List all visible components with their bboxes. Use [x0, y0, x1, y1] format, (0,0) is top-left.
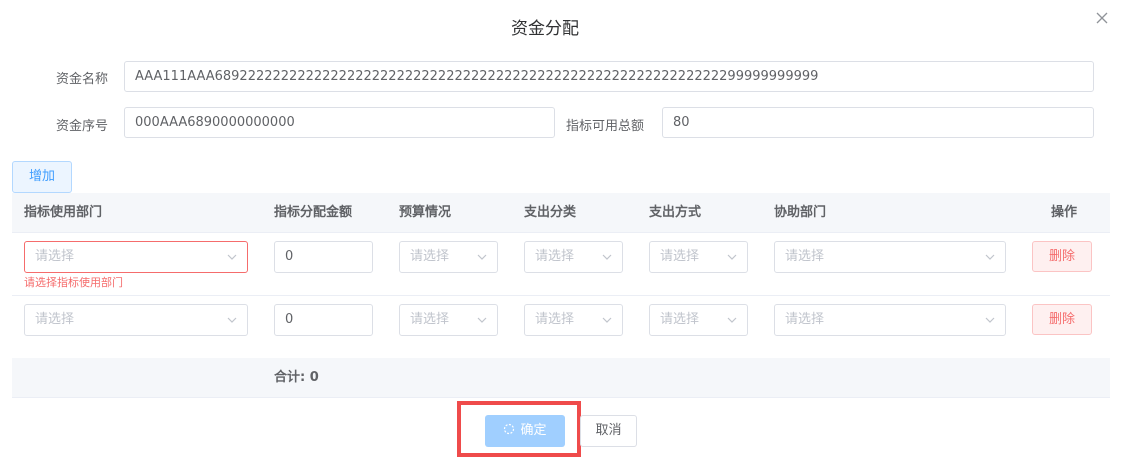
chevron-down-icon [477, 254, 487, 260]
th-category: 支出分类 [524, 205, 577, 220]
chevron-down-icon [227, 317, 237, 323]
fund-name-input[interactable]: AAA111AAA6892222222222222222222222222222… [124, 61, 1094, 92]
budget-select-placeholder: 请选择 [410, 312, 450, 327]
confirm-label: 确定 [520, 423, 547, 438]
table-header: 指标使用部门 指标分配金额 预算情况 支出分类 支出方式 协助部门 操作 [12, 193, 1110, 233]
cancel-button[interactable]: 取消 [580, 415, 637, 447]
assist-dept-select-placeholder: 请选择 [785, 249, 825, 264]
loading-icon [504, 423, 515, 435]
method-select-placeholder: 请选择 [660, 249, 700, 264]
assist-dept-select[interactable]: 请选择 [774, 241, 1006, 273]
dept-select-placeholder: 请选择 [35, 312, 75, 327]
close-icon[interactable] [1094, 10, 1110, 26]
assist-dept-select-placeholder: 请选择 [785, 312, 825, 327]
chevron-down-icon [985, 317, 995, 323]
add-button[interactable]: 增加 [12, 161, 72, 193]
category-select[interactable]: 请选择 [524, 304, 623, 336]
method-select[interactable]: 请选择 [649, 241, 748, 273]
dept-select-placeholder: 请选择 [35, 249, 75, 264]
fund-no-input[interactable]: 000AAA6890000000000 [124, 107, 555, 138]
amount-input[interactable]: 0 [274, 304, 373, 336]
available-total-input[interactable]: 80 [662, 107, 1094, 138]
delete-button[interactable]: 删除 [1032, 241, 1092, 272]
fund-name-label: 资金名称 [56, 72, 109, 87]
table-summary-row: 合计: 0 [12, 358, 1110, 398]
th-amount: 指标分配金额 [274, 205, 353, 220]
method-select-placeholder: 请选择 [660, 312, 700, 327]
th-dept: 指标使用部门 [24, 205, 103, 220]
budget-select[interactable]: 请选择 [399, 241, 498, 273]
chevron-down-icon [727, 317, 737, 323]
chevron-down-icon [727, 254, 737, 260]
assist-dept-select[interactable]: 请选择 [774, 304, 1006, 336]
chevron-down-icon [602, 317, 612, 323]
dept-select[interactable]: 请选择 [24, 304, 248, 336]
total-amount: 合计: 0 [274, 370, 319, 385]
dept-error-message: 请选择指标使用部门 [24, 276, 123, 289]
chevron-down-icon [602, 254, 612, 260]
th-actions: 操作 [1051, 205, 1078, 220]
category-select-placeholder: 请选择 [535, 312, 575, 327]
dialog-title: 资金分配 [511, 19, 579, 39]
chevron-down-icon [985, 254, 995, 260]
category-select[interactable]: 请选择 [524, 241, 623, 273]
delete-button[interactable]: 删除 [1032, 304, 1092, 335]
available-total-label: 指标可用总额 [566, 119, 645, 134]
budget-select[interactable]: 请选择 [399, 304, 498, 336]
chevron-down-icon [227, 254, 237, 260]
fund-no-label: 资金序号 [56, 119, 109, 134]
confirm-button[interactable]: 确定 [485, 415, 565, 447]
method-select[interactable]: 请选择 [649, 304, 748, 336]
th-assist-dept: 协助部门 [774, 205, 827, 220]
th-budget: 预算情况 [399, 205, 452, 220]
th-method: 支出方式 [649, 205, 702, 220]
budget-select-placeholder: 请选择 [410, 249, 450, 264]
chevron-down-icon [477, 317, 487, 323]
row-divider [12, 295, 1110, 296]
amount-input[interactable]: 0 [274, 241, 373, 273]
category-select-placeholder: 请选择 [535, 249, 575, 264]
dept-select[interactable]: 请选择 [24, 241, 248, 273]
